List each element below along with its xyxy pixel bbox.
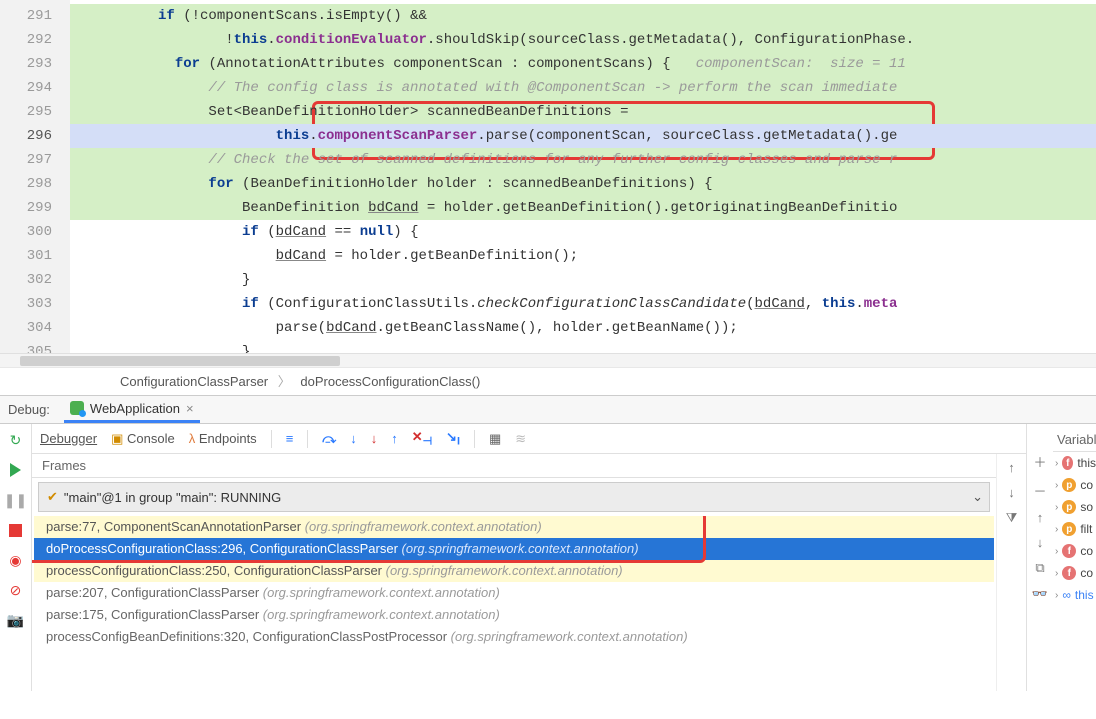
- debug-panel: ↻ ❚❚ ◉ ⊘ 📷 Debugger ▣ Console λ Endpoint…: [0, 424, 1096, 691]
- trace-icon[interactable]: ≋: [515, 431, 526, 447]
- debug-label: Debug:: [8, 402, 50, 417]
- camera-icon[interactable]: 📷: [6, 610, 26, 630]
- stack-frame[interactable]: parse:175, ConfigurationClassParser (org…: [34, 604, 994, 626]
- evaluate-icon[interactable]: ▦: [489, 431, 501, 447]
- tab-console[interactable]: ▣ Console: [111, 431, 175, 447]
- debug-left-rail: ↻ ❚❚ ◉ ⊘ 📷: [0, 424, 32, 691]
- vars-rail: ＋ － ↑ ↓ ⧉ 👓: [1027, 424, 1053, 691]
- frames-panel: Frames ✔ "main"@1 in group "main": RUNNI…: [32, 454, 996, 691]
- step-out-icon[interactable]: ↑: [391, 431, 398, 446]
- breadcrumb-sep: 〉: [272, 374, 297, 389]
- scrollbar-thumb[interactable]: [20, 356, 340, 366]
- remove-watch-icon[interactable]: －: [1033, 481, 1046, 500]
- add-watch-icon[interactable]: ＋: [1033, 452, 1046, 471]
- thread-name: "main"@1 in group "main": RUNNING: [64, 490, 281, 505]
- down-icon[interactable]: ↓: [1037, 535, 1044, 550]
- show-execution-point-icon[interactable]: ≡: [286, 431, 294, 446]
- rerun-icon[interactable]: ↻: [6, 430, 26, 450]
- run-config-name: WebApplication: [90, 401, 180, 416]
- highlight-box-frame: [32, 516, 706, 563]
- debug-toolbar: Debugger ▣ Console λ Endpoints ≡ ⤼ ↓ ↓ ↑…: [32, 424, 1026, 454]
- frames-header: Frames: [32, 454, 996, 478]
- variable-row[interactable]: ›∞this: [1053, 584, 1096, 606]
- mute-breakpoints-icon[interactable]: ⊘: [6, 580, 26, 600]
- chevron-down-icon[interactable]: ⌄: [972, 489, 983, 505]
- up-icon[interactable]: ↑: [1037, 510, 1044, 525]
- spring-run-icon: [70, 401, 84, 415]
- glasses-icon[interactable]: 👓: [1032, 586, 1048, 602]
- check-icon: ✔: [47, 489, 58, 505]
- run-config-tab[interactable]: WebApplication ×: [64, 396, 200, 423]
- code-column[interactable]: if (!componentScans.isEmpty() && !this.c…: [70, 0, 1096, 353]
- horizontal-scrollbar[interactable]: [0, 353, 1096, 367]
- copy-icon[interactable]: ⧉: [1035, 560, 1044, 576]
- line-gutter: 2912922932942952962972982993003013023033…: [0, 0, 70, 353]
- breadcrumb-method[interactable]: doProcessConfigurationClass(): [300, 374, 480, 389]
- force-step-into-icon[interactable]: ↓: [371, 431, 378, 446]
- variable-row[interactable]: ›pso: [1053, 496, 1096, 518]
- code-editor[interactable]: 2912922932942952962972982993003013023033…: [0, 0, 1096, 353]
- variable-row[interactable]: ›fco: [1053, 562, 1096, 584]
- breadcrumb-class[interactable]: ConfigurationClassParser: [120, 374, 268, 389]
- editor-area: 2912922932942952962972982993003013023033…: [0, 0, 1096, 395]
- prev-frame-icon[interactable]: ↑: [1008, 460, 1015, 475]
- thread-selector[interactable]: ✔ "main"@1 in group "main": RUNNING ⌄: [38, 482, 990, 512]
- variable-row[interactable]: ›pco: [1053, 474, 1096, 496]
- run-to-cursor-icon[interactable]: ↘I: [446, 429, 460, 448]
- debug-main: Debugger ▣ Console λ Endpoints ≡ ⤼ ↓ ↓ ↑…: [32, 424, 1026, 691]
- debug-toolwindow-header: Debug: WebApplication ×: [0, 395, 1096, 424]
- variables-panel: ＋ － ↑ ↓ ⧉ 👓 Variables ›fthis›pco›pso›pfi…: [1026, 424, 1096, 691]
- step-over-icon[interactable]: ⤼: [322, 431, 336, 447]
- pause-icon[interactable]: ❚❚: [6, 490, 26, 510]
- tab-debugger[interactable]: Debugger: [40, 431, 97, 446]
- step-into-icon[interactable]: ↓: [350, 431, 357, 446]
- frames-controls: ↑ ↓ ⧩: [996, 454, 1026, 691]
- view-breakpoints-icon[interactable]: ◉: [6, 550, 26, 570]
- vars-list[interactable]: Variables ›fthis›pco›pso›pfilt›fco›fco›∞…: [1053, 424, 1096, 691]
- filter-icon[interactable]: ⧩: [1006, 510, 1018, 526]
- stack-frame[interactable]: processConfigurationClass:250, Configura…: [34, 560, 994, 582]
- stack-frame[interactable]: parse:207, ConfigurationClassParser (org…: [34, 582, 994, 604]
- drop-frame-icon[interactable]: ✕⊣: [412, 429, 432, 448]
- variable-row[interactable]: ›pfilt: [1053, 518, 1096, 540]
- variable-row[interactable]: ›fthis: [1053, 452, 1096, 474]
- close-icon[interactable]: ×: [186, 401, 194, 416]
- variable-row[interactable]: ›fco: [1053, 540, 1096, 562]
- next-frame-icon[interactable]: ↓: [1008, 485, 1015, 500]
- stack-frame[interactable]: processConfigBeanDefinitions:320, Config…: [34, 626, 994, 648]
- breadcrumb[interactable]: ConfigurationClassParser 〉 doProcessConf…: [0, 367, 1096, 395]
- stop-icon[interactable]: [6, 520, 26, 540]
- resume-icon[interactable]: [6, 460, 26, 480]
- vars-header: Variables: [1053, 428, 1096, 452]
- frame-list[interactable]: parse:77, ComponentScanAnnotationParser …: [32, 516, 996, 691]
- tab-endpoints[interactable]: λ Endpoints: [189, 431, 257, 446]
